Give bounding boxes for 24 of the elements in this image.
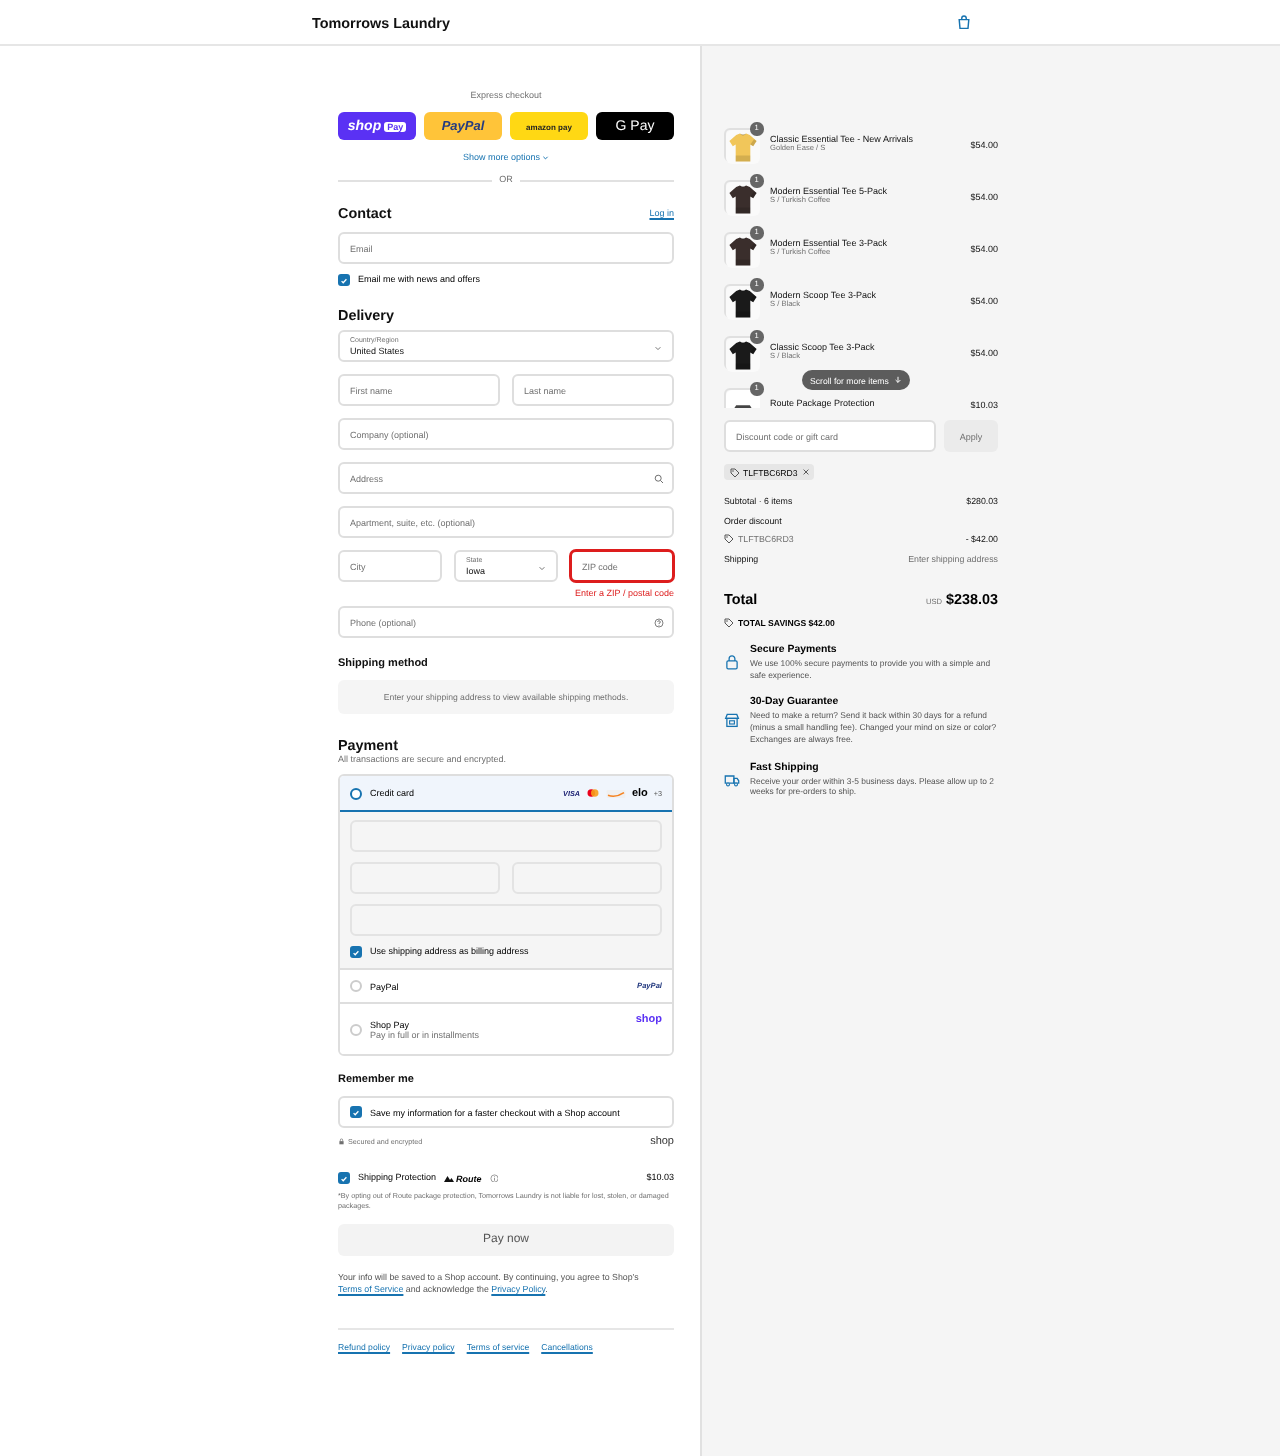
- savings-tag-icon: [724, 618, 734, 628]
- close-icon[interactable]: [801, 468, 810, 476]
- chevron-down-icon: [538, 564, 546, 572]
- tag-icon: [729, 467, 739, 477]
- mastercard-icon: [585, 788, 600, 798]
- arrow-down-icon: [894, 376, 903, 384]
- chevron-down-icon: [654, 344, 662, 352]
- lock-icon: [338, 1138, 345, 1146]
- truck-icon: [724, 771, 740, 788]
- checkbox[interactable]: [350, 946, 362, 958]
- chevron-down-icon: [542, 153, 550, 161]
- help-icon: [654, 617, 664, 627]
- shopping-bag-icon[interactable]: [956, 14, 972, 30]
- tag-icon: [724, 534, 734, 545]
- lock-icon: [724, 654, 740, 671]
- store-icon: [724, 712, 740, 729]
- mountain-icon: [444, 1174, 455, 1182]
- discover-card-icon: [605, 789, 626, 797]
- radio-button[interactable]: [350, 787, 362, 799]
- search-icon: [654, 473, 664, 483]
- checkbox[interactable]: [338, 274, 350, 286]
- info-icon: [489, 1173, 499, 1183]
- checkbox[interactable]: [338, 1172, 350, 1184]
- checkbox[interactable]: [350, 1106, 362, 1118]
